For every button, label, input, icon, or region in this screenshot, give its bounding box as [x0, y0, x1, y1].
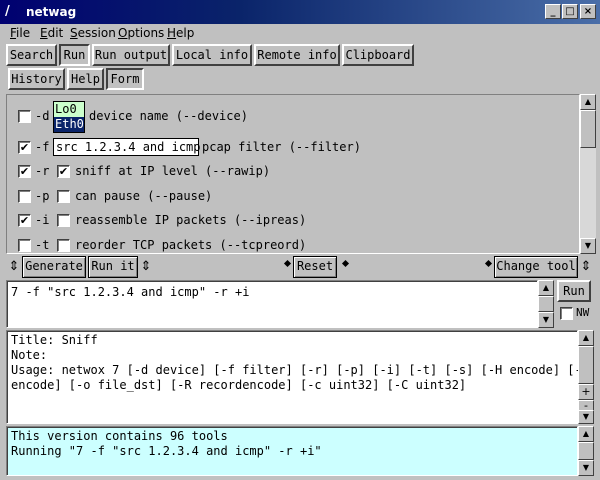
info-note-line: Note: — [11, 348, 48, 362]
option-i-flag: -i — [35, 213, 50, 227]
resize-grip-icon[interactable]: ⇕ — [140, 258, 152, 276]
tool-form: -d Lo0 Eth0 device name (--device) ✔ -f … — [6, 94, 580, 254]
option-d-flag: -d — [35, 109, 50, 123]
scroll-up-icon[interactable]: ▲ — [578, 426, 594, 442]
status-line: This version contains 96 tools — [11, 429, 228, 443]
form-scrollbar[interactable]: ▲ ▼ — [580, 94, 596, 254]
scroll-up-icon[interactable]: ▲ — [580, 94, 596, 110]
tcpreord-checkbox[interactable] — [57, 239, 70, 252]
option-f-checkbox[interactable]: ✔ — [18, 141, 31, 154]
command-scrollbar[interactable]: ▲ ▼ — [538, 280, 554, 328]
menu-session[interactable]: Session — [70, 26, 116, 40]
scroll-down-icon[interactable]: ▼ — [578, 410, 594, 424]
device-listbox[interactable]: Lo0 Eth0 — [53, 101, 85, 133]
option-p-desc: can pause (--pause) — [75, 189, 213, 203]
status-log: This version contains 96 tools Running "7… — [6, 426, 578, 476]
status-scrollbar[interactable]: ▲ ▼ — [578, 426, 594, 476]
tab-run-output[interactable]: Run output — [92, 44, 170, 66]
option-t-desc: reorder TCP packets (--tcpreord) — [75, 238, 307, 252]
menu-edit[interactable]: Edit — [40, 26, 63, 40]
menu-file[interactable]: File — [10, 26, 30, 40]
reset-button[interactable]: Reset — [293, 256, 337, 278]
minimize-button[interactable]: _ — [545, 4, 561, 19]
scroll-thumb[interactable] — [580, 110, 596, 148]
separator-dot-icon — [283, 259, 292, 268]
option-d-desc: device name (--device) — [89, 109, 248, 123]
option-r-desc: sniff at IP level (--rawip) — [75, 164, 271, 178]
tab-form[interactable]: Form — [106, 68, 144, 90]
menu-help[interactable]: Help — [167, 26, 194, 40]
tab-search[interactable]: Search — [6, 44, 57, 66]
tool-info-text: Title: Sniff Note: Usage: netwox 7 [-d dev… — [6, 330, 589, 424]
filter-input[interactable]: src 1.2.3.4 and icmp — [53, 138, 201, 156]
info-usage-line: Usage: netwox 7 [-d device] [-f filter] … — [11, 363, 589, 377]
scroll-down-icon[interactable]: ▼ — [578, 460, 594, 476]
pause-checkbox[interactable] — [57, 190, 70, 203]
generate-button[interactable]: Generate — [22, 256, 86, 278]
separator-dot-icon — [341, 259, 350, 268]
tab-history[interactable]: History — [8, 68, 65, 90]
nw-checkbox[interactable] — [560, 307, 573, 320]
resize-grip-icon[interactable]: ⇕ — [8, 258, 20, 276]
option-f-flag: -f — [35, 140, 50, 154]
window-title: netwag — [26, 5, 77, 19]
scroll-down-icon[interactable]: ▼ — [580, 238, 596, 254]
tab-clipboard[interactable]: Clipboard — [342, 44, 414, 66]
option-i-desc: reassemble IP packets (--ipreas) — [75, 213, 307, 227]
run-it-button[interactable]: Run it — [88, 256, 138, 278]
option-p-flag: -p — [35, 189, 50, 203]
option-i-checkbox[interactable]: ✔ — [18, 214, 31, 227]
option-r-checkbox[interactable]: ✔ — [18, 165, 31, 178]
info-scrollbar[interactable]: ▲ + - ▼ — [578, 330, 594, 424]
info-usage-line-2: encode] [-o file_dst] [-R recordencode] … — [11, 378, 467, 392]
separator-dot-icon — [484, 259, 493, 268]
option-p-checkbox[interactable] — [18, 190, 31, 203]
zoom-in-button[interactable]: + — [578, 384, 594, 400]
change-tool-button[interactable]: Change tool — [494, 256, 578, 278]
device-option-lo0[interactable]: Lo0 — [54, 102, 84, 117]
status-line: Running "7 -f "src 1.2.3.4 and icmp" -r … — [11, 444, 322, 458]
option-f-desc: pcap filter (--filter) — [202, 140, 361, 154]
title-bar: / netwag _ □ × — [0, 0, 600, 24]
scroll-up-icon[interactable]: ▲ — [538, 280, 554, 296]
close-button[interactable]: × — [580, 4, 596, 19]
tab-remote-info[interactable]: Remote info — [254, 44, 340, 66]
option-t-checkbox[interactable] — [18, 239, 31, 252]
scroll-up-icon[interactable]: ▲ — [578, 330, 594, 346]
nw-label: NW — [576, 306, 590, 319]
scroll-down-icon[interactable]: ▼ — [538, 312, 554, 328]
info-title-line: Title: Sniff — [11, 333, 98, 347]
rawip-checkbox[interactable]: ✔ — [57, 165, 70, 178]
resize-grip-icon[interactable]: ⇕ — [580, 258, 592, 276]
scroll-thumb[interactable] — [578, 442, 594, 460]
menu-bar: File Edit Session Options Help — [0, 24, 600, 42]
ipreas-checkbox[interactable] — [57, 214, 70, 227]
scroll-thumb[interactable] — [538, 296, 554, 312]
tab-local-info[interactable]: Local info — [172, 44, 252, 66]
tab-help[interactable]: Help — [67, 68, 104, 90]
scroll-thumb[interactable] — [578, 346, 594, 384]
menu-options[interactable]: Options — [118, 26, 164, 40]
device-option-eth0[interactable]: Eth0 — [54, 117, 84, 132]
maximize-button[interactable]: □ — [562, 4, 578, 19]
option-d-checkbox[interactable] — [18, 110, 31, 123]
tab-run[interactable]: Run — [59, 44, 90, 66]
run-button[interactable]: Run — [557, 280, 591, 302]
command-line-input[interactable]: 7 -f "src 1.2.3.4 and icmp" -r +i — [6, 280, 538, 328]
option-r-flag: -r — [35, 164, 50, 178]
feather-app-icon: / — [5, 4, 10, 19]
option-t-flag: -t — [35, 238, 50, 252]
